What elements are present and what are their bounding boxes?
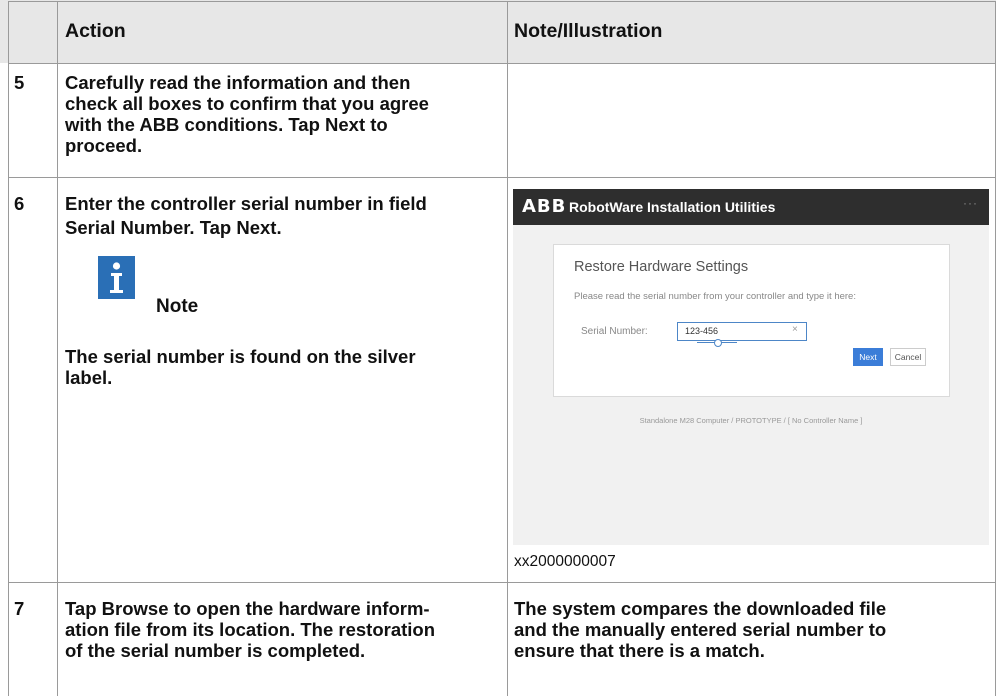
header-note-illustration: Note/Illustration: [514, 20, 663, 42]
step-6-line-2: Serial Number. Tap Next.: [65, 217, 282, 238]
screenshot-status-footer: Standalone M28 Computer / PROTOTYPE / [ …: [639, 416, 863, 425]
step-7-note-line-1: The system compares the downloaded file: [514, 598, 887, 619]
step-6-action: Enter the controller serial number in fi…: [65, 193, 505, 238]
step-6-note-text: The serial number is found on the silver…: [65, 346, 505, 388]
app-title: RobotWare Installation Utilities: [569, 199, 776, 215]
serial-number-value: 123-456: [685, 326, 719, 336]
step-5-action: Carefully read the information and then …: [65, 72, 505, 156]
step-number-7: 7: [14, 598, 25, 619]
step-number-5: 5: [14, 72, 25, 93]
info-note-icon-glyph: [110, 262, 123, 293]
table-top-border: [8, 1, 996, 2]
step-5-line-4: proceed.: [65, 135, 143, 156]
step-7-note-line-3: ensure that there is a match.: [514, 640, 765, 661]
more-menu-icon: ···: [963, 196, 978, 210]
step-7-note: The system compares the downloaded file …: [514, 598, 994, 661]
step-number-6: 6: [14, 193, 25, 214]
step-7-line-3: of the serial number is completed.: [65, 640, 366, 661]
column-divider-2: [507, 1, 508, 696]
dialog-subtitle: Please read the serial number from your …: [574, 291, 856, 302]
app-screenshot-illustration: ABB RobotWare Installation Utilities ···…: [513, 189, 989, 545]
touch-cursor-icon: [714, 339, 722, 347]
info-note-icon: [98, 256, 135, 299]
next-button: Next: [853, 348, 883, 366]
step-7-line-1: Tap Browse to open the hardware inform-: [65, 598, 430, 619]
row6-bottom-border: [8, 582, 996, 583]
step-5-line-1: Carefully read the information and then: [65, 72, 411, 93]
note-text-line-2: label.: [65, 367, 113, 388]
step-7-line-2: ation file from its location. The restor…: [65, 619, 436, 640]
clear-icon: ×: [792, 324, 798, 335]
table-header: [0, 0, 996, 63]
table-left-border: [8, 1, 9, 696]
step-6-line-1: Enter the controller serial number in fi…: [65, 193, 427, 214]
document-page: { "header": { "col_action": "Action", "c…: [0, 0, 996, 696]
note-text-line-1: The serial number is found on the silver: [65, 346, 416, 367]
figure-caption: xx2000000007: [514, 553, 616, 570]
step-5-line-3: with the ABB conditions. Tap Next to: [65, 114, 388, 135]
header-action: Action: [65, 20, 126, 42]
cancel-button: Cancel: [890, 348, 926, 366]
step-5-line-2: check all boxes to confirm that you agre…: [65, 93, 429, 114]
column-divider-1: [57, 1, 58, 696]
abb-logo: ABB: [522, 196, 567, 217]
restore-dialog: Restore Hardware Settings Please read th…: [553, 244, 950, 397]
dialog-title: Restore Hardware Settings: [574, 259, 749, 275]
step-7-note-line-2: and the manually entered serial number t…: [514, 619, 887, 640]
serial-number-input: 123-456 ×: [677, 322, 807, 341]
app-title-bar: ABB RobotWare Installation Utilities ···: [513, 189, 989, 225]
note-label: Note: [156, 296, 199, 317]
step-7-action: Tap Browse to open the hardware inform- …: [65, 598, 505, 661]
header-bottom-border: [8, 63, 996, 64]
row5-bottom-border: [8, 177, 996, 178]
serial-number-label: Serial Number:: [581, 326, 648, 337]
